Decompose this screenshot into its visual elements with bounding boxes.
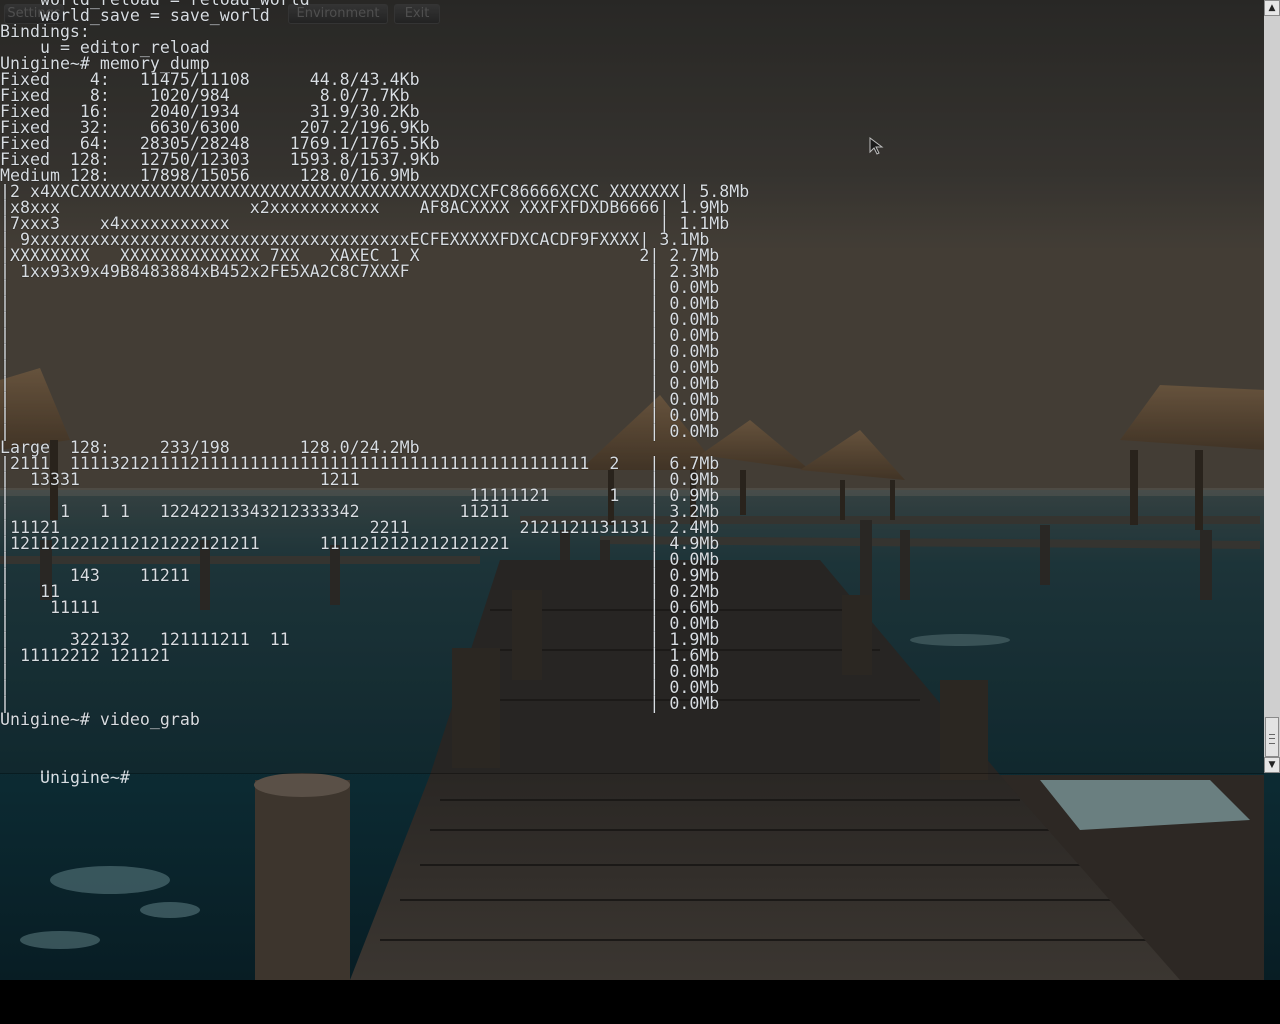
- console-input-line[interactable]: Unigine~#: [0, 754, 130, 802]
- bottom-black-bar: [0, 980, 1280, 1024]
- console-line: world_save = save_world: [0, 6, 270, 25]
- console-prompt: Unigine~#: [39, 768, 130, 787]
- scrollbar-thumb[interactable]: [1265, 717, 1279, 757]
- scroll-up-button[interactable]: ▲: [1264, 0, 1280, 16]
- scroll-up-icon: ▲: [1268, 3, 1276, 13]
- console-line: Unigine~# video_grab: [0, 710, 200, 729]
- console-divider: [0, 773, 1264, 774]
- arrow-cursor-icon: [869, 137, 884, 155]
- grip-icon: [1269, 734, 1275, 744]
- console-scrollbar[interactable]: ▲ ▼: [1264, 0, 1280, 773]
- scroll-down-icon: ▼: [1268, 760, 1276, 770]
- console-output: world_reload = reload_world world_save =…: [0, 0, 749, 728]
- scroll-down-button[interactable]: ▼: [1264, 757, 1280, 773]
- console-panel[interactable]: world_reload = reload_world world_save =…: [0, 0, 1264, 786]
